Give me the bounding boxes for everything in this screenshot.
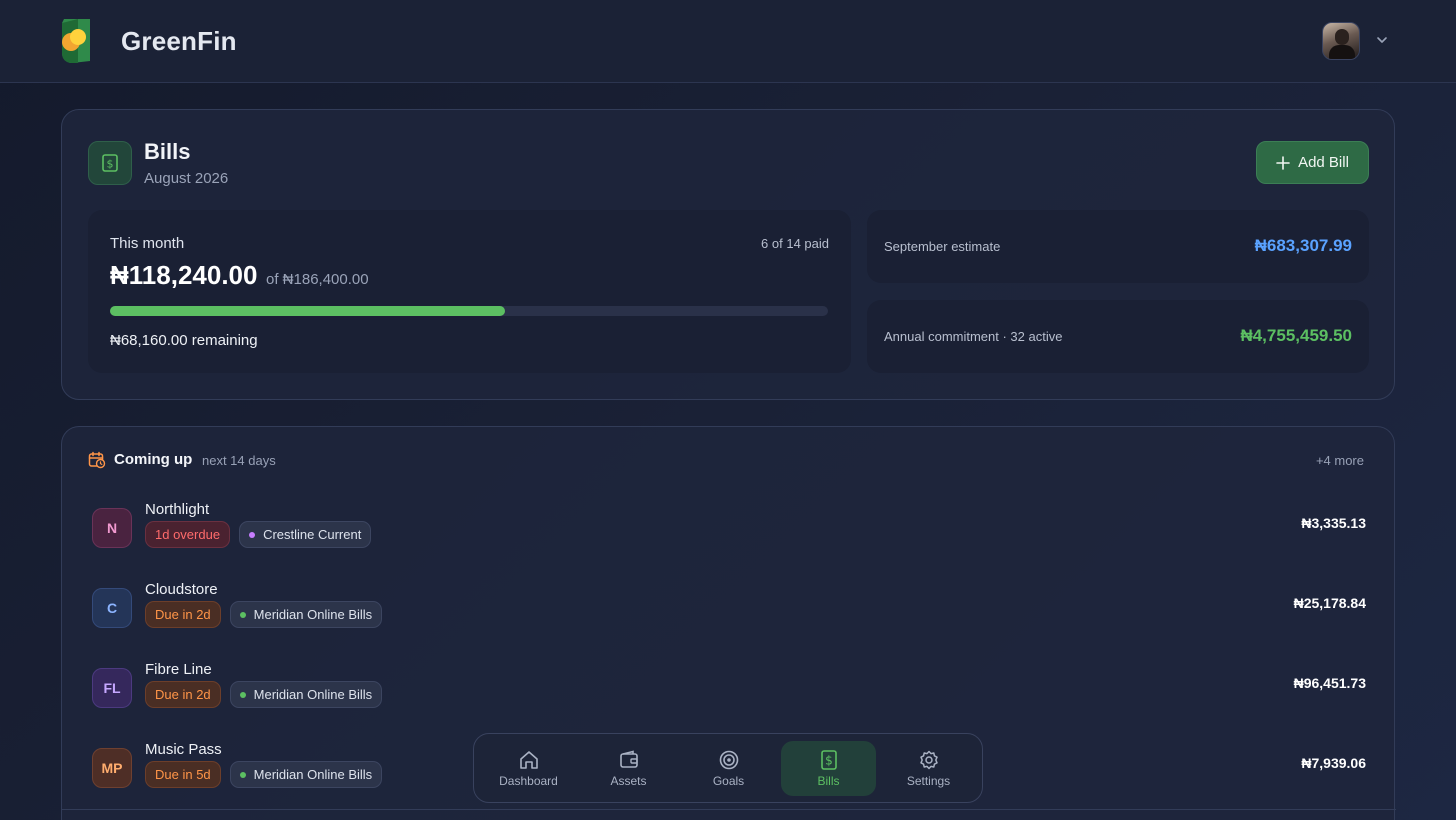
nav-label: Settings (906, 774, 951, 788)
bottom-nav: Dashboard Assets Goals $ Bills Settings (473, 733, 983, 803)
bill-icon: $ (820, 750, 837, 770)
bill-tags: Due in 2d Meridian Online Bills (145, 681, 383, 708)
user-avatar[interactable] (1322, 22, 1360, 60)
svg-text:$: $ (825, 754, 833, 768)
bill-name: Northlight (145, 501, 210, 518)
home-icon (519, 751, 538, 769)
bill-tags: Due in 5d Meridian Online Bills (145, 761, 383, 788)
paid-amount: ₦118,240.00 (110, 260, 258, 290)
bill-name: Music Pass (145, 741, 222, 758)
add-bill-button[interactable]: Add Bill (1256, 141, 1369, 184)
account-badge: Crestline Current (239, 521, 372, 548)
bill-row[interactable]: C Cloudstore Due in 2d Meridian Online Bill… (90, 581, 1368, 637)
payment-progress-bar (110, 306, 828, 316)
total-amount: of ₦186,400.00 (266, 271, 369, 288)
bill-avatar: N (92, 508, 132, 548)
account-badge: Meridian Online Bills (229, 681, 383, 708)
annual-commitment-value: ₦4,755,459.50 (1240, 326, 1352, 345)
top-bar: GreenFin (0, 0, 1456, 83)
nav-label: Assets (610, 774, 647, 788)
page-subtitle: August 2026 (144, 170, 229, 187)
account-dot (239, 771, 246, 778)
nav-item-assets[interactable]: Assets (581, 741, 676, 796)
this-month-label: This month (110, 235, 185, 252)
bill-name: Cloudstore (145, 581, 218, 598)
bill-avatar: FL (92, 668, 132, 708)
due-status-badge: Due in 2d (145, 601, 221, 628)
annual-commitment-panel: Annual commitment · 32 active ₦4,755,459… (867, 300, 1369, 373)
paid-status: 6 of 14 paid (761, 236, 829, 251)
this-month-panel: This month 6 of 14 paid ₦118,240.00 of ₦… (88, 210, 851, 373)
nav-item-dashboard[interactable]: Dashboard (481, 741, 576, 796)
nav-item-goals[interactable]: Goals (681, 741, 776, 796)
bill-row[interactable]: FL Fibre Line Due in 2d Meridian Online Bil… (90, 661, 1368, 717)
bill-amount: ₦25,178.84 (1293, 595, 1366, 611)
account-dot (249, 531, 256, 538)
bills-icon: $ (88, 141, 132, 185)
account-name: Meridian Online Bills (253, 607, 373, 622)
bills-summary-card: $ Bills August 2026 Add Bill This month … (61, 109, 1395, 400)
svg-text:$: $ (107, 158, 114, 171)
bill-tags: 1d overdue Crestline Current (145, 521, 372, 548)
brand-name: GreenFin (121, 26, 237, 56)
nav-label: Bills (817, 774, 840, 788)
bill-amount: ₦7,939.06 (1301, 755, 1366, 771)
greenfin-logo-icon[interactable] (58, 17, 94, 65)
nav-label: Goals (712, 774, 745, 788)
september-estimate-label: September estimate (884, 239, 1001, 254)
progress-fill (110, 306, 505, 316)
bill-amount: ₦96,451.73 (1293, 675, 1366, 691)
september-estimate-value: ₦683,307.99 (1254, 236, 1352, 255)
account-name: Meridian Online Bills (253, 767, 373, 782)
nav-label: Dashboard (499, 774, 558, 788)
gear-icon (919, 750, 938, 770)
coming-up-subtitle: next 14 days (202, 453, 276, 468)
due-status-badge: 1d overdue (145, 521, 231, 548)
account-badge: Meridian Online Bills (229, 601, 383, 628)
more-bills-link[interactable]: +4 more (1316, 453, 1364, 468)
divider (62, 809, 1396, 810)
account-name: Meridian Online Bills (253, 687, 373, 702)
account-dot (239, 691, 246, 698)
account-name: Crestline Current (263, 527, 362, 542)
remaining-amount: ₦68,160.00 remaining (110, 332, 258, 349)
target-icon (719, 750, 738, 770)
calendar-clock-icon (88, 451, 106, 469)
bill-amount: ₦3,335.13 (1301, 515, 1366, 531)
coming-up-title: Coming up (114, 451, 193, 468)
nav-item-settings[interactable]: Settings (881, 741, 976, 796)
bill-tags: Due in 2d Meridian Online Bills (145, 601, 383, 628)
wallet-icon (619, 750, 638, 768)
chevron-down-icon[interactable] (1375, 33, 1389, 47)
add-bill-label: Add Bill (1298, 154, 1349, 171)
account-badge: Meridian Online Bills (229, 761, 383, 788)
plus-icon (1276, 155, 1290, 170)
page-title: Bills (144, 139, 191, 164)
bill-avatar: MP (92, 748, 132, 788)
due-status-badge: Due in 5d (145, 761, 221, 788)
bill-row[interactable]: N Northlight 1d overdue Crestline Current ₦3… (90, 501, 1368, 557)
nav-item-bills[interactable]: $ Bills (781, 741, 876, 796)
due-status-badge: Due in 2d (145, 681, 221, 708)
bill-name: Fibre Line (145, 661, 212, 678)
september-estimate-panel: September estimate ₦683,307.99 (867, 210, 1369, 283)
annual-commitment-label: Annual commitment · 32 active (884, 329, 1063, 344)
bill-avatar: C (92, 588, 132, 628)
account-dot (239, 611, 246, 618)
